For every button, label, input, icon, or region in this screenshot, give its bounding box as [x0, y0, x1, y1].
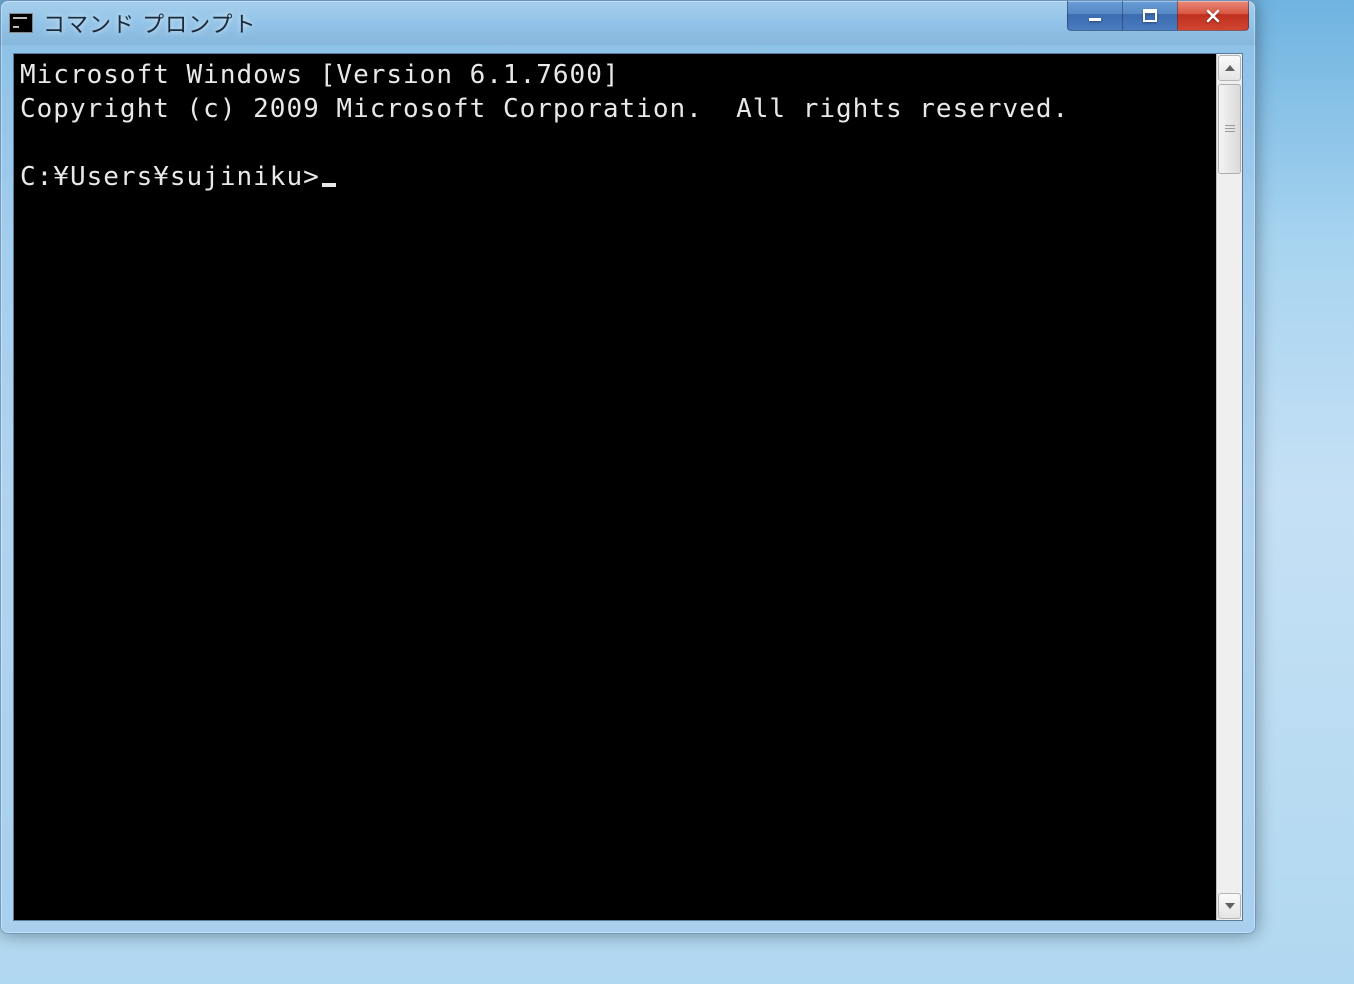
client-area: Microsoft Windows [Version 6.1.7600] Cop…	[13, 53, 1243, 921]
vertical-scrollbar[interactable]	[1216, 54, 1242, 920]
maximize-icon	[1142, 8, 1158, 24]
scroll-down-button[interactable]	[1218, 893, 1241, 919]
titlebar[interactable]: コマンド プロンプト	[1, 1, 1255, 45]
minimize-button[interactable]	[1067, 1, 1123, 31]
scrollbar-thumb[interactable]	[1218, 84, 1241, 174]
command-prompt-window: コマンド プロンプト Microsoft Windows [Version 6	[0, 0, 1256, 934]
text-cursor	[322, 183, 336, 187]
minimize-icon	[1087, 8, 1103, 24]
terminal-prompt: C:¥Users¥sujiniku>	[20, 162, 320, 192]
chevron-up-icon	[1225, 65, 1235, 71]
window-title: コマンド プロンプト	[43, 7, 256, 39]
close-icon	[1204, 7, 1222, 25]
terminal-line: Microsoft Windows [Version 6.1.7600]	[20, 60, 620, 90]
cmd-icon	[9, 13, 33, 33]
scrollbar-track[interactable]	[1217, 82, 1242, 892]
terminal-line: Copyright (c) 2009 Microsoft Corporation…	[20, 94, 1069, 124]
maximize-button[interactable]	[1122, 1, 1178, 31]
chevron-down-icon	[1225, 903, 1235, 909]
window-controls	[1068, 1, 1249, 31]
scroll-up-button[interactable]	[1218, 55, 1241, 81]
terminal-output[interactable]: Microsoft Windows [Version 6.1.7600] Cop…	[14, 54, 1216, 920]
close-button[interactable]	[1177, 1, 1249, 31]
